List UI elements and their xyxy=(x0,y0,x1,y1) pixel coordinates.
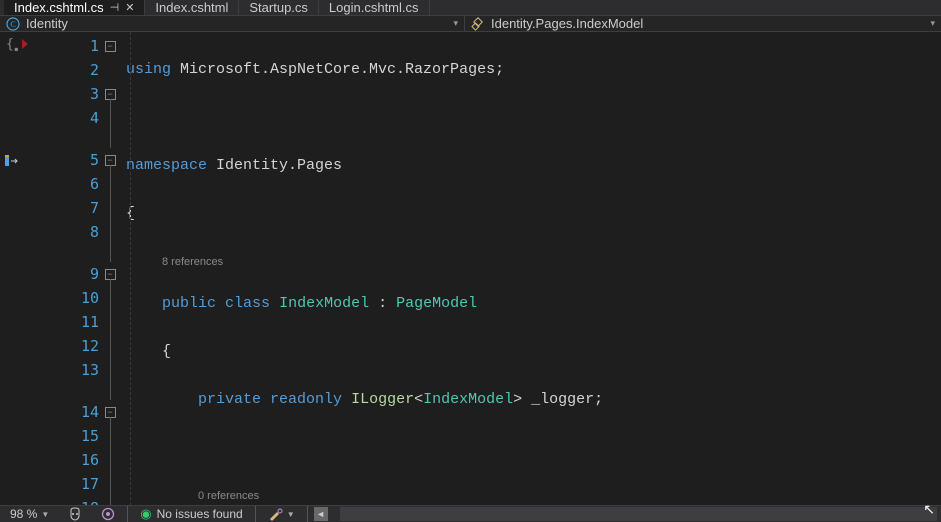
codelens-references[interactable]: 8 references xyxy=(162,254,223,272)
code-editor[interactable]: {▪ 1 2 3 4 5 6 7 8 9 10 11 12 13 14 15 1… xyxy=(0,32,941,505)
line-number: 10 xyxy=(30,286,99,310)
svg-text:C: C xyxy=(10,20,15,29)
zoom-control[interactable]: 98 % ▼ xyxy=(4,506,55,522)
change-marker-icon xyxy=(22,39,28,49)
codelens-references[interactable]: 0 references xyxy=(198,488,259,505)
tab-label: Startup.cs xyxy=(249,0,308,15)
tab-label: Index.cshtml.cs xyxy=(14,0,104,15)
horizontal-scrollbar[interactable] xyxy=(340,507,937,521)
issues-text: No issues found xyxy=(157,507,243,521)
line-number-gutter[interactable]: 1 2 3 4 5 6 7 8 9 10 11 12 13 14 15 16 1… xyxy=(30,32,100,505)
line-number: 11 xyxy=(30,310,99,334)
chevron-down-icon: ▼ xyxy=(41,510,49,519)
indicator-margin[interactable]: {▪ xyxy=(0,32,30,505)
type-dropdown[interactable]: Identity.Pages.IndexModel ▾ xyxy=(465,16,941,31)
keyword: namespace xyxy=(126,157,207,174)
line-number: 8 xyxy=(30,220,99,244)
fold-toggle[interactable]: − xyxy=(105,89,116,100)
fold-toggle[interactable]: − xyxy=(105,155,116,166)
separator xyxy=(127,506,128,522)
fold-toggle[interactable]: − xyxy=(105,407,116,418)
check-icon: ◉ xyxy=(140,506,151,522)
line-number: 7 xyxy=(30,196,99,220)
fold-toggle[interactable]: − xyxy=(105,41,116,52)
line-number: 16 xyxy=(30,448,99,472)
fold-toggle[interactable]: − xyxy=(105,269,116,280)
pin-icon[interactable]: ⊣ xyxy=(110,1,120,14)
chevron-down-icon: ▼ xyxy=(287,510,295,519)
tab-label: Index.cshtml xyxy=(155,0,228,15)
zoom-level: 98 % xyxy=(10,507,37,521)
line-number: 4 xyxy=(30,106,99,130)
class-icon xyxy=(471,17,485,31)
line-number: 12 xyxy=(30,334,99,358)
line-number: 6 xyxy=(30,172,99,196)
separator xyxy=(255,506,256,522)
line-number: 2 xyxy=(30,58,99,82)
line-number: 5 xyxy=(30,148,99,172)
tab-startup-cs[interactable]: Startup.cs xyxy=(239,0,319,15)
tab-bar: Index.cshtml.cs ⊣ ✕ Index.cshtml Startup… xyxy=(0,0,941,16)
line-number: 18 xyxy=(30,496,99,505)
line-number: 15 xyxy=(30,424,99,448)
tab-label: Login.cshtml.cs xyxy=(329,0,419,15)
code-text-area[interactable]: using Microsoft.AspNetCore.Mvc.RazorPage… xyxy=(120,32,941,505)
line-number: 9 xyxy=(30,262,99,286)
outlining-margin[interactable]: − − − − − xyxy=(100,32,120,505)
identifier: Identity.Pages xyxy=(216,157,342,174)
project-dropdown[interactable]: C Identity ▾ xyxy=(0,16,465,31)
navigation-bar: C Identity ▾ Identity.Pages.IndexModel ▾ xyxy=(0,16,941,32)
chevron-down-icon: ▾ xyxy=(930,18,935,29)
csharp-project-icon: C xyxy=(6,17,20,31)
line-number: 13 xyxy=(30,358,99,382)
intellicode-icon[interactable] xyxy=(95,506,121,522)
type-name: Identity.Pages.IndexModel xyxy=(491,16,643,31)
editor-status-bar: 98 % ▼ ◉ No issues found ▼ ◄ xyxy=(0,505,941,522)
error-status[interactable]: ◉ No issues found xyxy=(134,506,248,522)
chevron-down-icon: ▾ xyxy=(453,18,458,29)
screwdriver-icon[interactable]: ▼ xyxy=(262,506,301,522)
line-number: 3 xyxy=(30,82,99,106)
line-number: 1 xyxy=(30,34,99,58)
tab-index-cshtml-cs[interactable]: Index.cshtml.cs ⊣ ✕ xyxy=(4,0,145,15)
separator xyxy=(307,506,308,522)
project-name: Identity xyxy=(26,16,68,31)
tab-login-cshtml-cs[interactable]: Login.cshtml.cs xyxy=(319,0,430,15)
track-changes-icon[interactable] xyxy=(3,154,21,168)
copilot-icon[interactable] xyxy=(61,506,89,522)
namespace-collapse-icon: {▪ xyxy=(6,37,19,54)
scroll-left-button[interactable]: ◄ xyxy=(314,507,328,521)
close-icon[interactable]: ✕ xyxy=(125,1,134,14)
line-number: 14 xyxy=(30,400,99,424)
line-number: 17 xyxy=(30,472,99,496)
tab-index-cshtml[interactable]: Index.cshtml xyxy=(145,0,239,15)
